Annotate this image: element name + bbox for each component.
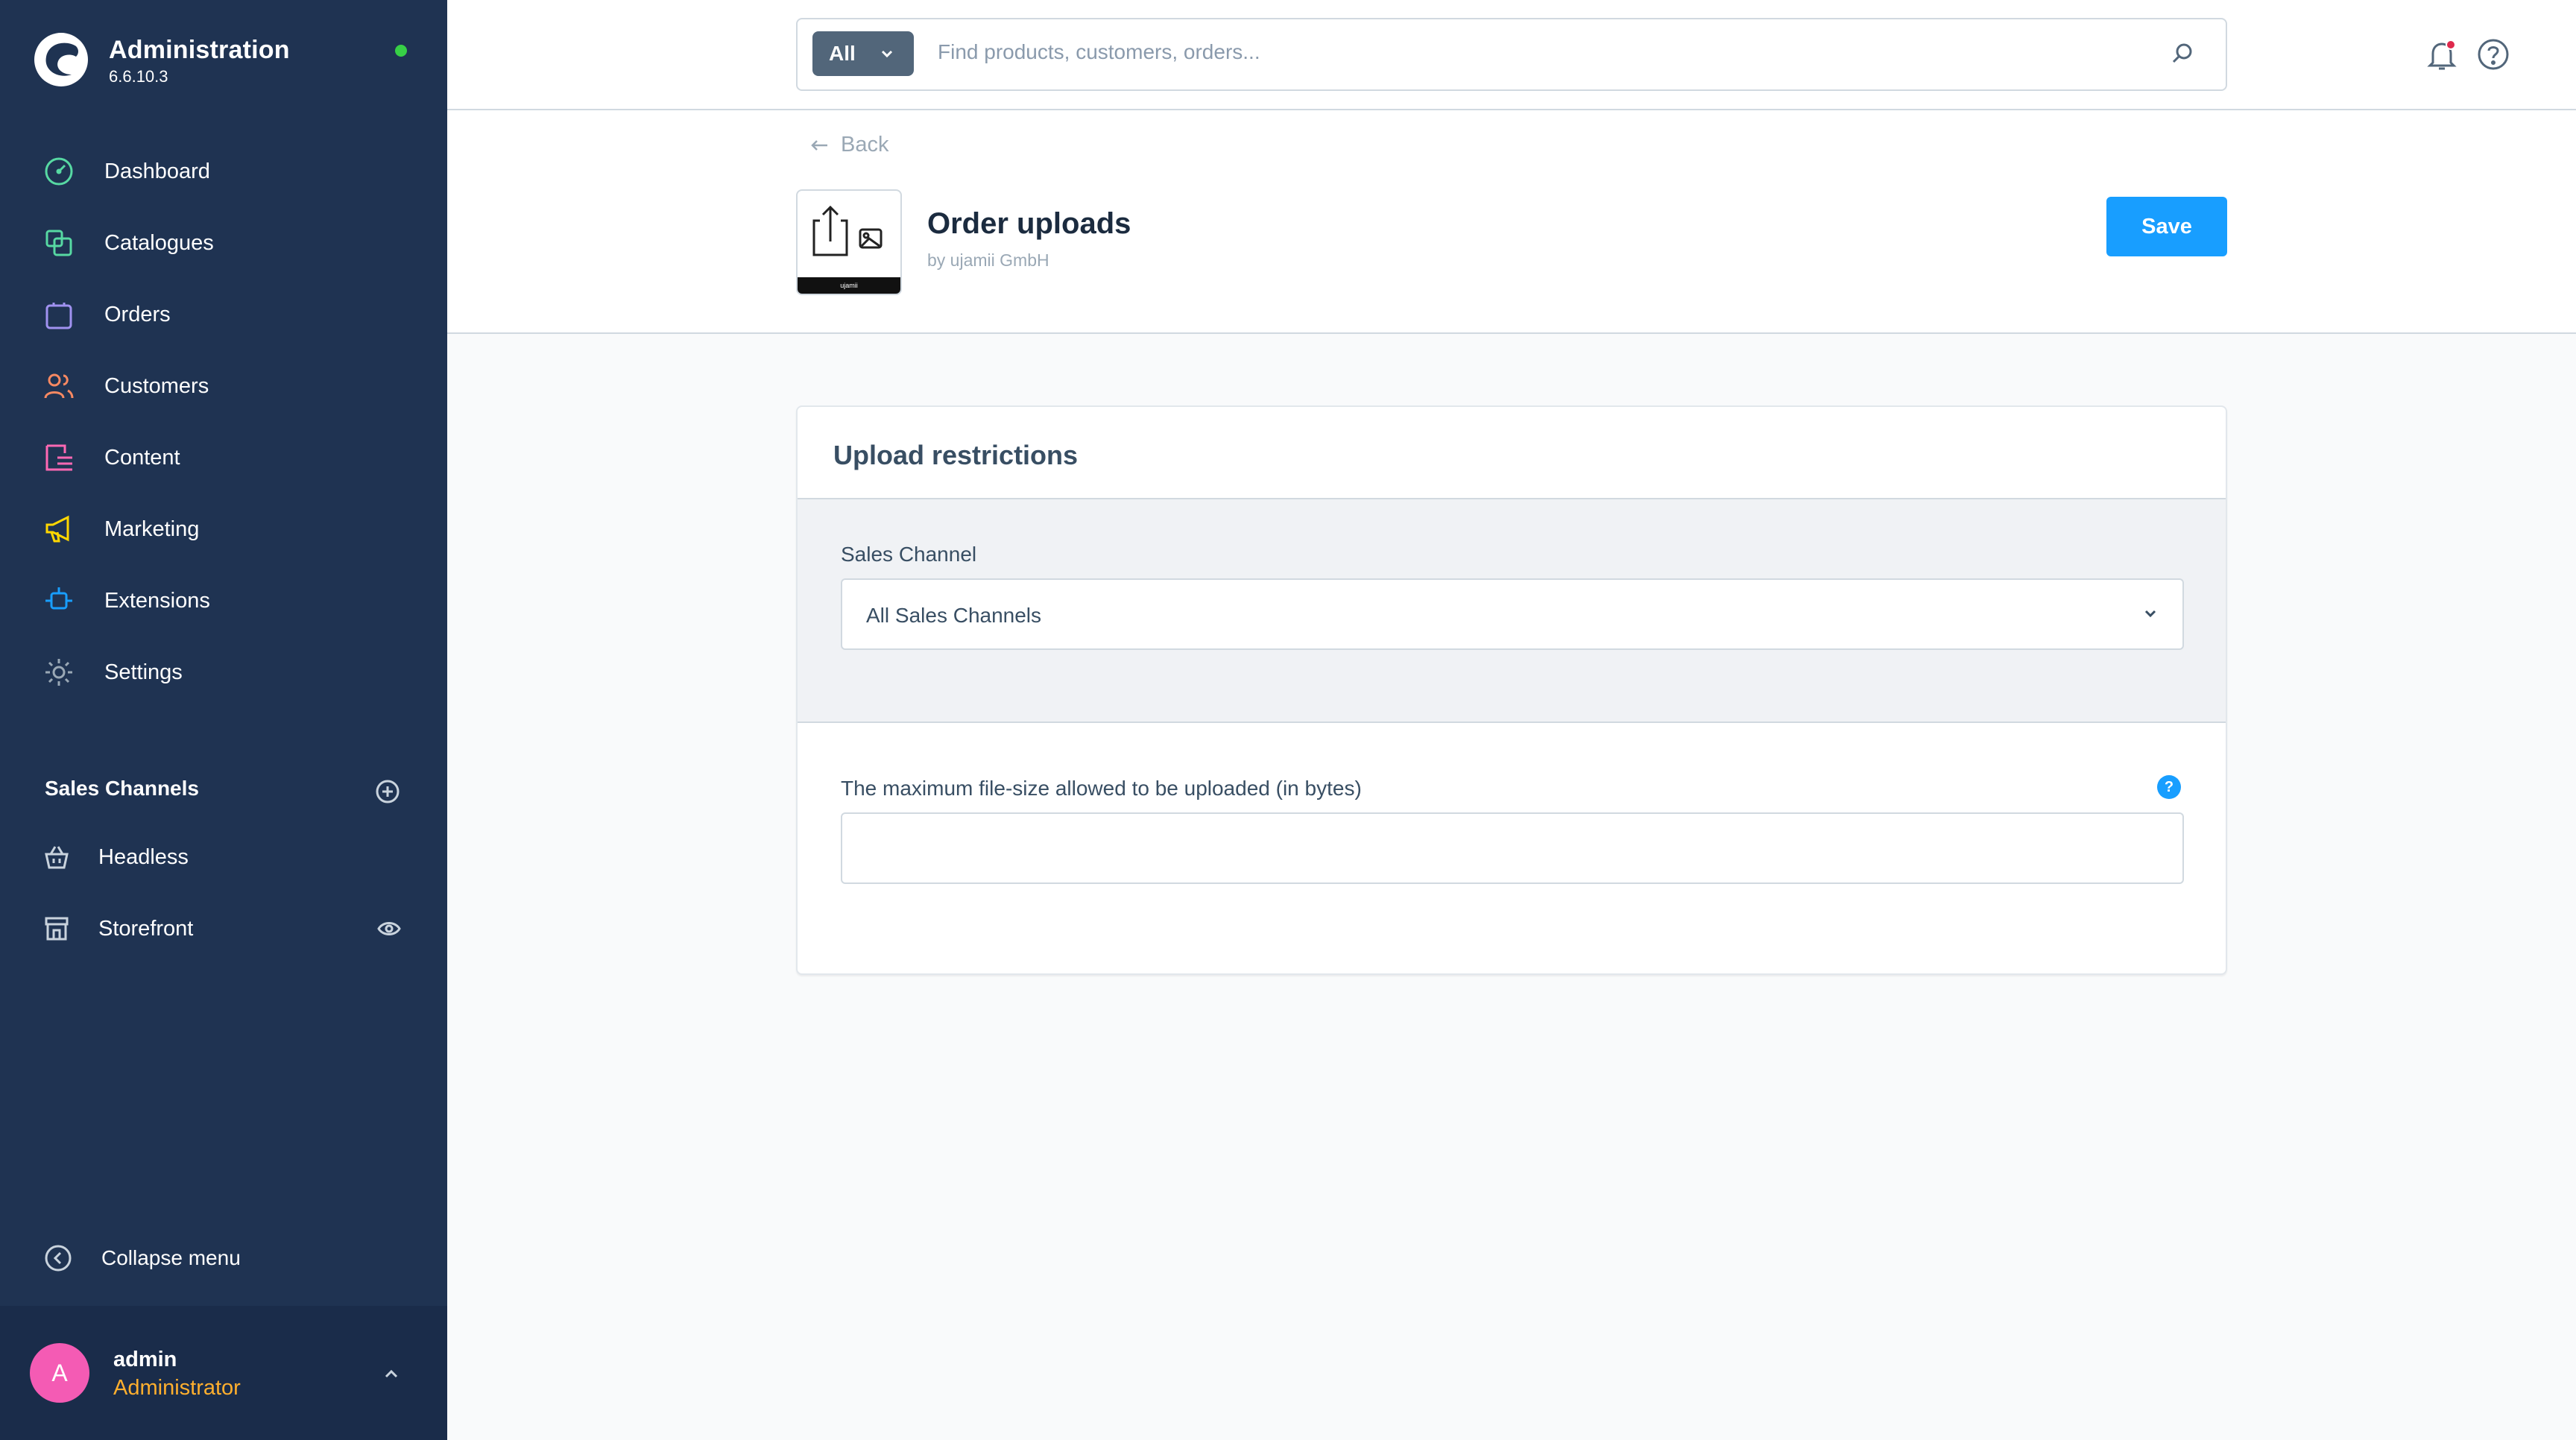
eye-icon[interactable] xyxy=(376,915,402,942)
storefront-icon xyxy=(42,914,72,944)
chevron-down-icon xyxy=(2144,610,2156,618)
nav-label-content: Content xyxy=(104,445,180,470)
arrow-left-icon xyxy=(811,139,827,151)
nav-label-settings: Settings xyxy=(104,660,183,684)
catalogues-icon xyxy=(42,226,76,260)
max-file-size-label: The maximum file-size allowed to be uplo… xyxy=(841,777,1362,800)
back-link[interactable]: Back xyxy=(808,133,888,157)
shopware-logo-icon xyxy=(34,33,88,86)
nav-label-extensions: Extensions xyxy=(104,588,210,613)
chevron-up-icon[interactable] xyxy=(380,1362,402,1385)
page-title: Order uploads xyxy=(927,207,1131,240)
search-type-label: All xyxy=(829,42,856,65)
status-indicator xyxy=(395,45,407,57)
nav-item-orders[interactable]: Orders xyxy=(0,285,447,344)
brand-title: Administration xyxy=(109,36,290,64)
sidebar: Administration 6.6.10.3 Dashboard Catalo… xyxy=(0,0,447,1440)
sales-channel-label-storefront: Storefront xyxy=(98,916,194,941)
nav-item-catalogues[interactable]: Catalogues xyxy=(0,213,447,273)
nav-label-catalogues: Catalogues xyxy=(104,230,214,255)
chevron-down-icon xyxy=(881,50,893,58)
top-bar: All Find products, customers, orders... xyxy=(447,0,2576,110)
customers-icon xyxy=(42,369,76,403)
add-sales-channel-icon[interactable] xyxy=(374,778,401,805)
app-icon: ujamii xyxy=(796,189,902,295)
nav-item-extensions[interactable]: Extensions xyxy=(0,571,447,631)
search-icon[interactable] xyxy=(2168,39,2197,69)
card-title: Upload restrictions xyxy=(833,440,1079,470)
nav-label-dashboard: Dashboard xyxy=(104,159,210,183)
sales-channel-storefront[interactable]: Storefront xyxy=(0,899,447,959)
dashboard-icon xyxy=(42,154,76,189)
brand: Administration 6.6.10.3 xyxy=(33,31,420,98)
orders-icon xyxy=(42,297,76,332)
nav-item-content[interactable]: Content xyxy=(0,428,447,487)
basket-icon xyxy=(42,842,72,872)
nav-label-orders: Orders xyxy=(104,302,171,326)
notifications-bell-icon[interactable] xyxy=(2424,37,2460,73)
nav-item-dashboard[interactable]: Dashboard xyxy=(0,142,447,201)
collapse-menu-label: Collapse menu xyxy=(101,1246,241,1269)
collapse-menu-button[interactable]: Collapse menu xyxy=(0,1228,447,1288)
sales-channels-heading: Sales Channels xyxy=(45,777,199,800)
settings-icon xyxy=(42,655,76,689)
marketing-icon xyxy=(42,512,76,546)
user-name: admin xyxy=(113,1348,177,1371)
chevron-left-circle-icon xyxy=(45,1245,72,1272)
app-icon-caption: ujamii xyxy=(798,277,900,294)
upload-restrictions-card: Upload restrictions Sales Channel All Sa… xyxy=(796,405,2227,975)
search-input[interactable]: Find products, customers, orders... xyxy=(938,40,1260,64)
search-type-dropdown[interactable]: All xyxy=(812,31,914,76)
max-file-size-input[interactable] xyxy=(841,812,2184,884)
sales-channel-label: Sales Channel xyxy=(841,543,977,566)
global-search: All Find products, customers, orders... xyxy=(796,18,2227,91)
brand-version: 6.6.10.3 xyxy=(109,67,168,86)
user-role: Administrator xyxy=(113,1376,241,1400)
avatar: A xyxy=(30,1343,89,1403)
nav-label-customers: Customers xyxy=(104,373,209,398)
back-label: Back xyxy=(841,133,889,157)
nav-item-marketing[interactable]: Marketing xyxy=(0,499,447,559)
help-icon[interactable] xyxy=(2476,37,2510,72)
sales-channel-headless[interactable]: Headless xyxy=(0,827,447,887)
page-header: Back ujamii Order uploads by ujamii GmbH… xyxy=(447,110,2576,334)
sales-channel-value: All Sales Channels xyxy=(866,604,1042,627)
content-icon xyxy=(42,440,76,475)
upload-image-icon xyxy=(812,205,883,256)
sales-channel-section: Sales Channel All Sales Channels xyxy=(798,498,2226,723)
nav-item-settings[interactable]: Settings xyxy=(0,642,447,702)
sales-channel-select[interactable]: All Sales Channels xyxy=(841,578,2184,650)
nav-label-marketing: Marketing xyxy=(104,517,200,541)
extensions-icon xyxy=(42,584,76,618)
nav-item-customers[interactable]: Customers xyxy=(0,356,447,416)
help-tooltip-icon[interactable]: ? xyxy=(2157,775,2181,799)
user-menu[interactable]: A admin Administrator xyxy=(0,1306,447,1440)
sales-channel-label-headless: Headless xyxy=(98,844,189,869)
save-button[interactable]: Save xyxy=(2106,197,2227,256)
app-vendor: by ujamii GmbH xyxy=(927,250,1049,270)
